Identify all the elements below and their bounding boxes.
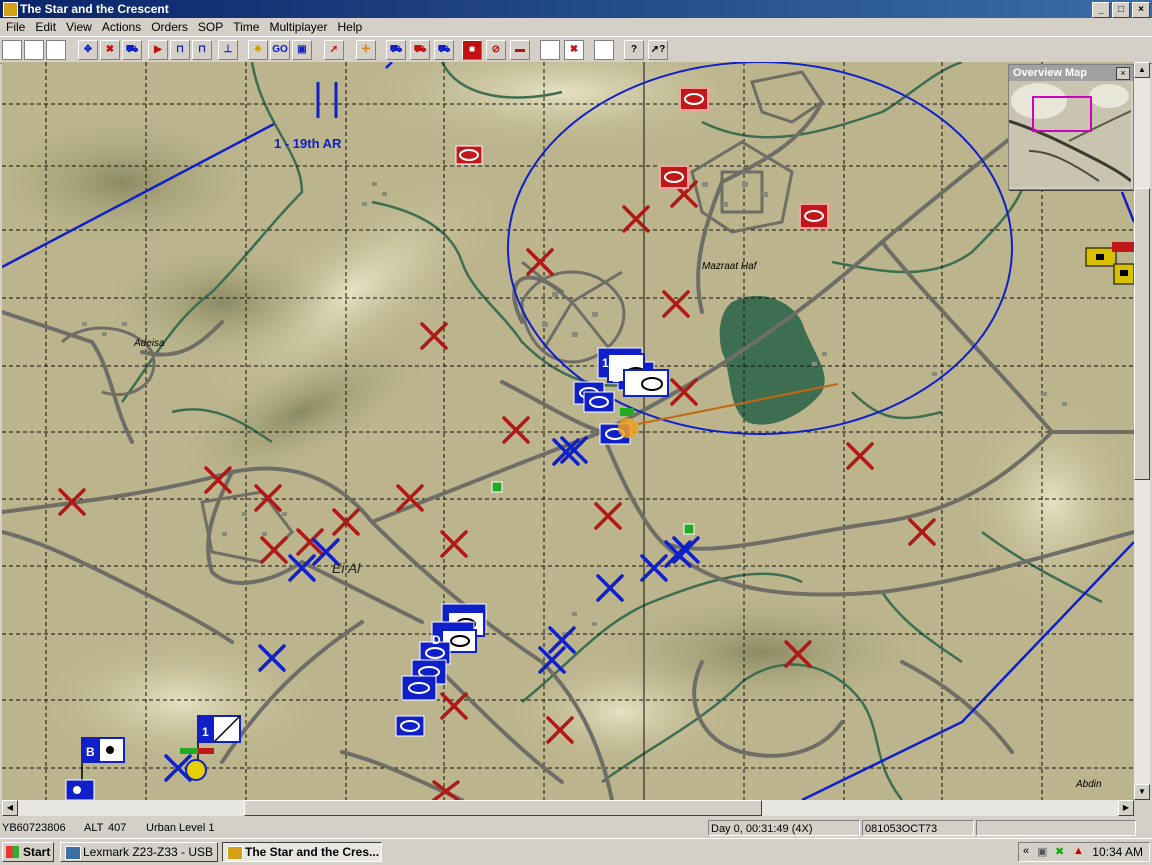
- toolbar-blank-button[interactable]: [594, 40, 614, 60]
- taskbar-item-lexmark[interactable]: Lexmark Z23-Z33 - USB ...: [60, 842, 218, 862]
- window-icon: [227, 846, 243, 860]
- tank-icon[interactable]: ▬: [510, 40, 530, 60]
- vehicle-icon[interactable]: ⛟: [386, 40, 406, 60]
- vertical-scroll-thumb[interactable]: [1134, 188, 1150, 480]
- clock: 10:34 AM: [1092, 845, 1143, 859]
- minimize-button[interactable]: _: [1092, 2, 1110, 18]
- window-icon: [65, 846, 81, 860]
- menu-actions[interactable]: Actions: [98, 18, 147, 36]
- start-button[interactable]: Start: [2, 842, 54, 862]
- maximize-button[interactable]: □: [1112, 2, 1130, 18]
- status-pane-empty: [976, 820, 1136, 836]
- objective-marker: [491, 481, 503, 493]
- scroll-up-icon[interactable]: ▲: [1134, 62, 1150, 78]
- move-icon[interactable]: ✥: [78, 40, 98, 60]
- vehicle-icon[interactable]: ⛟: [122, 40, 142, 60]
- cancel-move-icon[interactable]: ✖: [100, 40, 120, 60]
- horizontal-scrollbar[interactable]: ◀ ▶: [2, 800, 1134, 816]
- unit-marker-label: B: [86, 745, 95, 759]
- toolbar-blank-button[interactable]: [2, 40, 22, 60]
- objective-marker: [683, 523, 695, 535]
- enemy-tank-unit: [679, 87, 709, 111]
- star-icon[interactable]: ✷: [248, 40, 268, 60]
- app-icon: [3, 2, 18, 17]
- whats-this-icon[interactable]: ➚?: [648, 40, 668, 60]
- printer-icon[interactable]: ▣: [1037, 845, 1047, 858]
- unit-icon[interactable]: ⊓: [170, 40, 190, 60]
- unit-marker-label: 1: [202, 725, 209, 739]
- scroll-left-icon[interactable]: ◀: [2, 800, 18, 816]
- close-icon[interactable]: ×: [1116, 67, 1130, 80]
- map-canvas[interactable]: 1 - 19th AR Mazraat Haf Adeisa Ei Al Abd…: [2, 62, 1134, 800]
- cursor-icon[interactable]: ➚: [324, 40, 344, 60]
- toolbar: ✥ ✖ ⛟ ▶ ⊓ ⊓ ⊥ ✷ GO ▣ ➚ ✛ ⛟ ⛟ ⛟ ■ ⊘ ▬ ✖ ?…: [0, 36, 1152, 64]
- tactical-map[interactable]: 1 - 19th AR Mazraat Haf Adeisa Ei Al Abd…: [2, 62, 1134, 800]
- windows-flag-icon: [6, 846, 19, 858]
- menu-help[interactable]: Help: [333, 18, 368, 36]
- grid-reference: YB60723806: [2, 822, 66, 834]
- enemy-unit-offscreen: [1113, 263, 1134, 285]
- enemy-tank-unit: [659, 165, 689, 189]
- menu-time[interactable]: Time: [229, 18, 265, 36]
- unit-marker-label: B: [612, 371, 621, 385]
- system-tray: « ▣ ✖ ▲ 10:34 AM: [1018, 842, 1150, 862]
- formation-icon[interactable]: ▣: [292, 40, 312, 60]
- town-label: Ei Al: [332, 560, 361, 576]
- altitude-value: 407: [108, 822, 127, 834]
- enemy-tank-unit: [455, 145, 483, 165]
- close-button[interactable]: ×: [1132, 2, 1150, 18]
- altitude-label: ALT: [84, 822, 104, 834]
- status-bar: YB60723806 ALT 407 Urban Level 1 Day 0, …: [0, 818, 1152, 838]
- unit-label: 1 - 19th AR: [274, 136, 342, 151]
- game-time: Day 0, 00:31:49 (4X): [708, 820, 860, 836]
- delete-icon[interactable]: ✖: [564, 40, 584, 60]
- menu-edit[interactable]: Edit: [31, 18, 62, 36]
- overview-map-panel[interactable]: Overview Map ×: [1008, 64, 1134, 190]
- town-label: Adeisa: [133, 338, 165, 349]
- scroll-corner: [1134, 800, 1150, 816]
- game-date: 081053OCT73: [862, 820, 974, 836]
- town-label: Abdin: [1075, 779, 1102, 790]
- toolbar-blank-button[interactable]: [24, 40, 44, 60]
- menu-multiplayer[interactable]: Multiplayer: [265, 18, 333, 36]
- menu-orders[interactable]: Orders: [147, 18, 194, 36]
- vehicle-icon[interactable]: ⛟: [410, 40, 430, 60]
- vehicle-icon[interactable]: ⛟: [434, 40, 454, 60]
- tray-expand-icon[interactable]: «: [1023, 845, 1029, 857]
- menu-file[interactable]: File: [2, 18, 31, 36]
- menu-view[interactable]: View: [62, 18, 98, 36]
- no-icon[interactable]: ⊘: [486, 40, 506, 60]
- unit-icon[interactable]: ⊓: [192, 40, 212, 60]
- window-title-bar[interactable]: The Star and the Crescent _ □ ×: [0, 0, 1152, 18]
- overview-map-canvas[interactable]: [1008, 81, 1132, 187]
- crosshair-icon[interactable]: ✛: [356, 40, 376, 60]
- taskbar: Start Lexmark Z23-Z33 - USB ... The Star…: [0, 838, 1152, 865]
- window-title: The Star and the Crescent: [20, 2, 169, 16]
- scroll-right-icon[interactable]: ▶: [1118, 800, 1134, 816]
- explosion-icon: [618, 418, 638, 438]
- vertical-scrollbar[interactable]: ▲ ▼: [1134, 62, 1150, 800]
- unit-marker-label: D: [432, 633, 441, 647]
- menu-bar: File Edit View Actions Orders SOP Time M…: [0, 18, 1152, 36]
- unit-marker-label: 1: [602, 356, 609, 370]
- assault-icon[interactable]: ▶: [148, 40, 168, 60]
- terrain-type: Urban Level 1: [146, 822, 215, 834]
- town-label: Mazraat Haf: [702, 261, 758, 272]
- help-icon[interactable]: ?: [624, 40, 644, 60]
- overview-map-title: Overview Map: [1009, 65, 1133, 81]
- stop-icon[interactable]: ■: [462, 40, 482, 60]
- unit-icon[interactable]: ⊥: [218, 40, 238, 60]
- toolbar-blank-button[interactable]: [540, 40, 560, 60]
- network-icon[interactable]: ✖: [1055, 845, 1064, 858]
- app-tray-icon[interactable]: ▲: [1073, 845, 1084, 857]
- go-button[interactable]: GO: [270, 40, 290, 60]
- scroll-down-icon[interactable]: ▼: [1134, 784, 1150, 800]
- horizontal-scroll-thumb[interactable]: [244, 800, 762, 816]
- menu-sop[interactable]: SOP: [194, 18, 229, 36]
- toolbar-blank-button[interactable]: [46, 40, 66, 60]
- unit-marker-label: 2: [626, 381, 633, 395]
- enemy-tank-unit: [799, 203, 829, 229]
- taskbar-item-star-crescent[interactable]: The Star and the Cres...: [222, 842, 382, 862]
